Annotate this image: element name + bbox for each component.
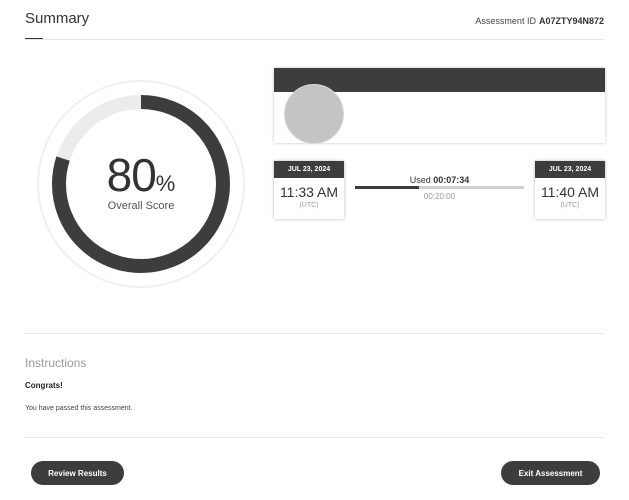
header-divider [25, 39, 604, 40]
score-value: 80 [106, 149, 157, 201]
exit-assessment-button[interactable]: Exit Assessment [501, 461, 600, 485]
time-progress-fill [355, 186, 419, 189]
avatar [284, 84, 344, 144]
footer-divider [25, 437, 604, 438]
score-gauge: 80% Overall Score [36, 79, 246, 289]
start-time: 11:33 AM [279, 184, 339, 200]
start-timezone: (UTC) [299, 202, 319, 209]
instructions-heading: Congrats! [25, 381, 63, 390]
start-date: JUL 23, 2024 [274, 161, 344, 178]
assessment-id-value: A07ZTY94N872 [538, 16, 604, 26]
time-limit: 00:20:00 [423, 192, 456, 201]
start-time-card: JUL 23, 2024 11:33 AM (UTC) [274, 161, 344, 219]
section-divider [25, 333, 604, 334]
score-label: Overall Score [107, 200, 175, 212]
end-time: 11:40 AM [540, 184, 600, 200]
time-used-value: 00:07:34 [433, 175, 470, 185]
time-progress-bar [355, 186, 524, 189]
assessment-id-label: Assessment ID [475, 16, 536, 26]
end-date: JUL 23, 2024 [535, 161, 605, 178]
assessment-id: Assessment ID A07ZTY94N872 [475, 16, 604, 26]
instructions-title: Instructions [25, 356, 87, 370]
review-results-button[interactable]: Review Results [31, 461, 124, 485]
instructions-body: You have passed this assessment. [25, 405, 133, 412]
time-used-label: Used [409, 175, 431, 185]
end-time-card: JUL 23, 2024 11:40 AM (UTC) [535, 161, 605, 219]
profile-card [274, 68, 605, 144]
end-timezone: (UTC) [560, 202, 580, 209]
score-percent-sign: % [155, 171, 176, 196]
page-title: Summary [25, 10, 90, 27]
time-used: Used 00:07:34 [355, 175, 524, 185]
